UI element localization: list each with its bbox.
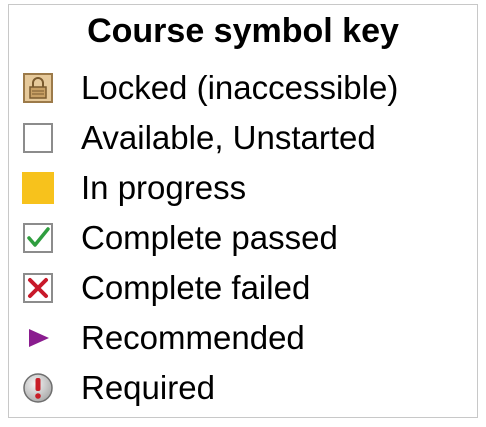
filled-yellow-box-icon <box>21 171 55 205</box>
lock-icon <box>21 71 55 105</box>
course-symbol-key: Course symbol key Locked (inaccessible) <box>8 4 478 418</box>
legend-item-in-progress: In progress <box>21 163 398 213</box>
legend-item-complete-failed: Complete failed <box>21 263 398 313</box>
legend-label-locked: Locked (inaccessible) <box>81 69 399 106</box>
exclamation-icon <box>21 371 55 405</box>
checkmark-icon <box>21 221 55 255</box>
legend-label-required: Required <box>81 369 215 406</box>
legend-item-required: Required <box>21 363 398 413</box>
legend-list: Locked (inaccessible) Available, Unstart… <box>21 63 398 413</box>
legend-title: Course symbol key <box>87 12 399 50</box>
legend-label-recommended: Recommended <box>81 319 305 356</box>
cross-icon <box>21 271 55 305</box>
legend-label-complete-passed: Complete passed <box>81 219 338 256</box>
legend-label-complete-failed: Complete failed <box>81 269 311 306</box>
legend-item-complete-passed: Complete passed <box>21 213 398 263</box>
legend-label-in-progress: In progress <box>81 169 247 206</box>
play-triangle-icon <box>21 321 55 355</box>
legend-item-recommended: Recommended <box>21 313 398 363</box>
legend-item-locked: Locked (inaccessible) <box>21 63 398 113</box>
legend-label-available: Available, Unstarted <box>81 119 376 156</box>
empty-box-icon <box>21 121 55 155</box>
legend-item-available: Available, Unstarted <box>21 113 398 163</box>
